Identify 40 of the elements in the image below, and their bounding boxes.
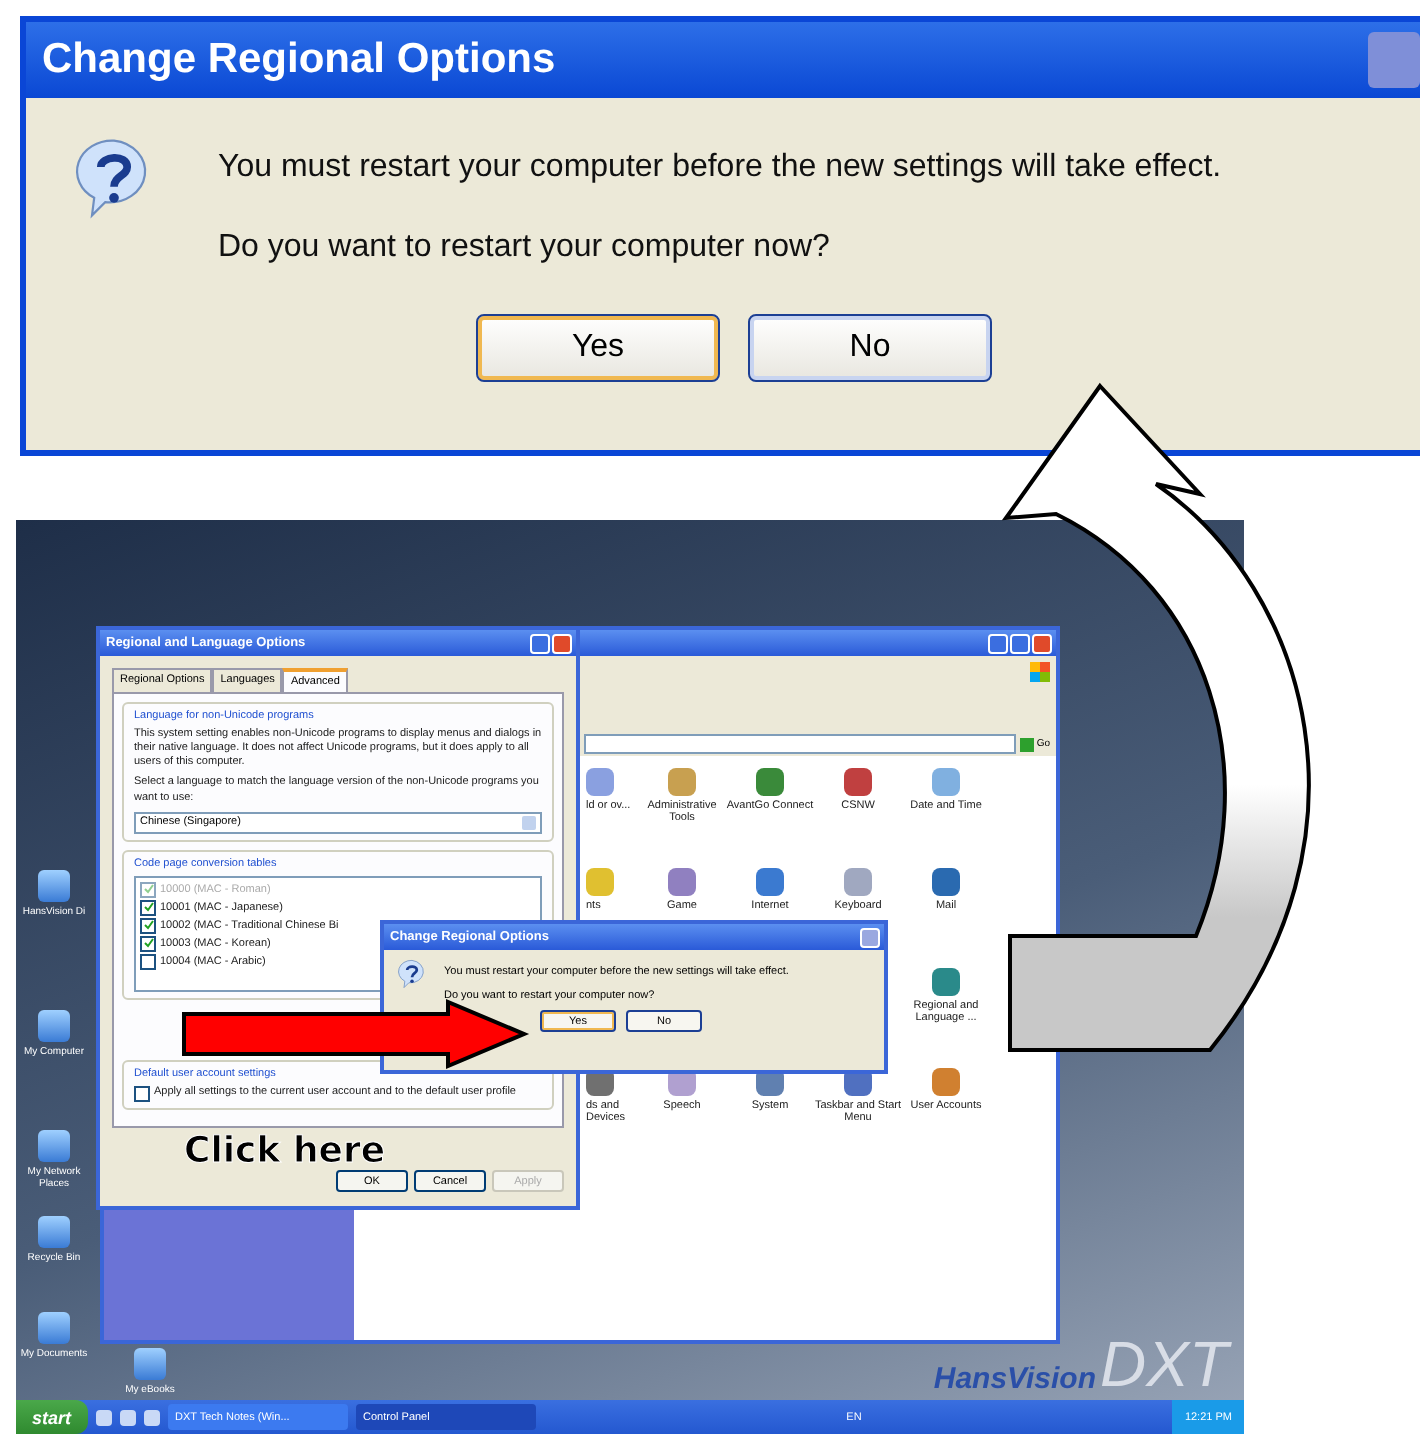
applet-icon[interactable] [586,768,614,796]
applet-icon[interactable] [756,768,784,796]
checkbox[interactable] [140,917,156,934]
applet-icon[interactable] [932,1068,960,1096]
help-button[interactable] [530,633,550,653]
checkbox[interactable] [140,899,156,916]
applet-icon[interactable] [844,868,872,896]
dialog-title: Change Regional Options [42,36,556,84]
checkbox[interactable] [134,1086,150,1102]
applet-icon[interactable] [668,868,696,896]
maximize-button[interactable] [1010,633,1030,653]
start-button[interactable]: start [16,1400,88,1434]
applet-icon[interactable] [844,768,872,796]
applet-icon[interactable] [756,868,784,896]
desktop-icon[interactable] [134,1348,166,1380]
applet-icon[interactable] [932,868,960,896]
applet-icon[interactable] [932,768,960,796]
desktop-icon[interactable] [38,870,70,902]
dialog-button[interactable]: No [748,314,992,382]
desktop-icon[interactable] [38,1010,70,1042]
close-button[interactable] [552,633,572,653]
windows-flag-icon [1030,662,1050,682]
applet-icon[interactable] [668,768,696,796]
close-button[interactable] [1032,633,1052,653]
annotation-text: Click here [184,1130,386,1172]
checkbox[interactable] [140,953,156,970]
desktop-icon[interactable] [38,1216,70,1248]
dialog-button[interactable]: Yes [476,314,720,382]
minimize-button[interactable] [988,633,1008,653]
desktop-icon[interactable] [38,1312,70,1344]
applet-icon[interactable] [932,968,960,996]
checkbox[interactable] [140,935,156,952]
desktop-icon[interactable] [38,1130,70,1162]
logo-mark: DXT [1100,1332,1228,1396]
dialog-question: Do you want to restart your computer now? [218,230,832,266]
dialog-message: You must restart your computer before the new settings will take effect. [218,150,1222,186]
address-field[interactable] [584,734,1017,754]
question-icon [396,958,428,990]
close-button[interactable] [860,927,880,947]
brand-logo: HansVision [933,1362,1096,1396]
